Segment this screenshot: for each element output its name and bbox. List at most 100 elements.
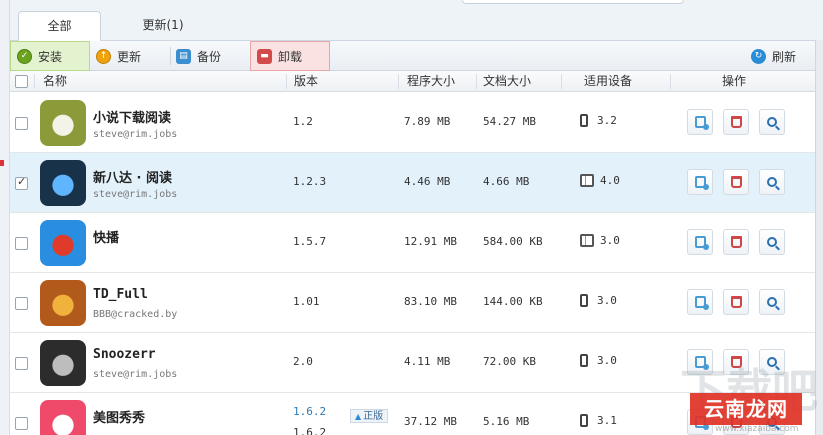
app-version: 2.0 xyxy=(293,355,313,368)
header-divider xyxy=(561,74,562,89)
watermark-url: www.xiazaiba.com xyxy=(715,424,799,434)
app-name: 美图秀秀 xyxy=(93,411,146,426)
trash-icon xyxy=(730,116,742,128)
header-version[interactable]: 版本 xyxy=(294,71,318,92)
app-name: TD_Full xyxy=(93,287,148,302)
table-header: 名称 版本 程序大小 文档大小 适用设备 操作 xyxy=(10,71,823,92)
table-row[interactable]: 新八达 · 阅读 steve@rim.jobs 1.2.3 4.46 MB 4.… xyxy=(10,153,823,213)
header-program-size[interactable]: 程序大小 xyxy=(407,71,455,92)
app-device: 3.1 xyxy=(580,414,617,427)
update-button[interactable]: ↑ 更新 xyxy=(96,41,141,71)
app-icon xyxy=(40,220,86,266)
header-divider xyxy=(476,74,477,89)
app-program-size: 4.46 MB xyxy=(404,175,451,188)
search-icon xyxy=(767,117,777,127)
header-device[interactable]: 适用设备 xyxy=(584,71,632,92)
uninstall-button[interactable]: ▬ 卸载 xyxy=(250,41,330,71)
table-row[interactable]: TD_Full BBB@cracked.by 1.01 83.10 MB 144… xyxy=(10,273,823,333)
app-doc-size: 5.16 MB xyxy=(483,415,530,428)
tab-bar: 全部 更新(1) xyxy=(10,0,823,42)
uninstall-app-button[interactable] xyxy=(723,109,749,135)
view-app-button[interactable] xyxy=(759,169,785,195)
backup-label: 备份 xyxy=(197,49,222,64)
install-button[interactable]: ✓ 安装 xyxy=(10,41,90,71)
install-icon xyxy=(694,116,709,130)
app-program-size: 4.11 MB xyxy=(404,355,451,368)
app-device: 3.2 xyxy=(580,114,617,127)
header-divider xyxy=(398,74,399,89)
app-name: 快播 xyxy=(93,231,120,246)
app-doc-size: 4.66 MB xyxy=(483,175,530,188)
tab-all[interactable]: 全部 xyxy=(18,11,101,42)
view-app-button[interactable] xyxy=(759,289,785,315)
install-app-button[interactable] xyxy=(687,109,713,135)
app-program-size: 83.10 MB xyxy=(404,295,457,308)
view-app-button[interactable] xyxy=(759,109,785,135)
app-version: 1.5.7 xyxy=(293,235,327,248)
trash-icon xyxy=(730,176,742,188)
refresh-button[interactable]: ↻ 刷新 xyxy=(751,41,796,71)
row-checkbox[interactable] xyxy=(15,175,28,190)
table-row[interactable]: 快播 1.5.7 12.91 MB 584.00 KB 3.0 xyxy=(10,213,823,273)
app-doc-size: 72.00 KB xyxy=(483,355,536,368)
app-icon xyxy=(40,100,86,146)
app-icon xyxy=(40,160,86,206)
app-program-size: 7.89 MB xyxy=(404,115,451,128)
app-icon xyxy=(40,280,86,326)
phone-icon xyxy=(580,114,588,127)
top-search-box-edge[interactable] xyxy=(462,0,684,4)
row-checkbox[interactable] xyxy=(15,417,28,430)
tablet-icon xyxy=(580,174,594,187)
row-checkbox[interactable] xyxy=(15,357,28,370)
search-icon xyxy=(767,177,777,187)
install-label: 安装 xyxy=(38,49,63,64)
search-icon xyxy=(767,237,777,247)
install-app-button[interactable] xyxy=(687,229,713,255)
app-device-version: 3.2 xyxy=(597,114,617,127)
row-checkbox[interactable] xyxy=(15,117,28,130)
app-device-version: 3.0 xyxy=(600,234,620,247)
uninstall-app-button[interactable] xyxy=(723,229,749,255)
app-author: steve@rim.jobs xyxy=(93,369,178,380)
phone-icon xyxy=(580,354,588,367)
uninstall-label: 卸载 xyxy=(278,49,303,64)
install-app-button[interactable] xyxy=(687,169,713,195)
phone-icon xyxy=(580,294,588,307)
app-version: 1.01 xyxy=(293,295,320,308)
search-icon xyxy=(767,297,777,307)
left-strip-marker xyxy=(0,160,4,166)
backup-button[interactable]: ▤ 备份 xyxy=(176,41,221,71)
refresh-label: 刷新 xyxy=(772,49,797,64)
view-app-button[interactable] xyxy=(759,229,785,255)
header-actions: 操作 xyxy=(722,74,747,88)
app-author: BBB@cracked.by xyxy=(93,309,178,320)
select-all-checkbox[interactable] xyxy=(15,75,28,88)
tablet-icon xyxy=(580,234,594,247)
trash-icon: ▬ xyxy=(257,48,272,64)
refresh-icon: ↻ xyxy=(751,48,766,64)
install-app-button[interactable] xyxy=(687,289,713,315)
header-divider xyxy=(286,74,287,89)
app-device: 4.0 xyxy=(580,174,620,187)
app-device-version: 3.0 xyxy=(597,294,617,307)
app-doc-size: 54.27 MB xyxy=(483,115,536,128)
app-device-version: 3.1 xyxy=(597,414,617,427)
app-program-size: 37.12 MB xyxy=(404,415,457,428)
header-name[interactable]: 名称 xyxy=(43,71,67,92)
app-version: 1.2 xyxy=(293,115,313,128)
install-icon xyxy=(694,236,709,250)
uninstall-app-button[interactable] xyxy=(723,289,749,315)
tab-updates[interactable]: 更新(1) xyxy=(118,11,208,41)
table-row[interactable]: 小说下载阅读 steve@rim.jobs 1.2 7.89 MB 54.27 … xyxy=(10,93,823,153)
trash-icon xyxy=(730,236,742,248)
uninstall-app-button[interactable] xyxy=(723,169,749,195)
row-checkbox[interactable] xyxy=(15,297,28,310)
row-checkbox[interactable] xyxy=(15,237,28,250)
header-doc-size[interactable]: 文档大小 xyxy=(483,71,531,92)
app-icon xyxy=(40,400,86,435)
install-icon: ✓ xyxy=(17,48,32,64)
app-name: 新八达 · 阅读 xyxy=(93,171,172,186)
app-author: steve@rim.jobs xyxy=(93,189,178,200)
phone-icon xyxy=(580,414,588,427)
update-label: 更新 xyxy=(117,49,142,64)
